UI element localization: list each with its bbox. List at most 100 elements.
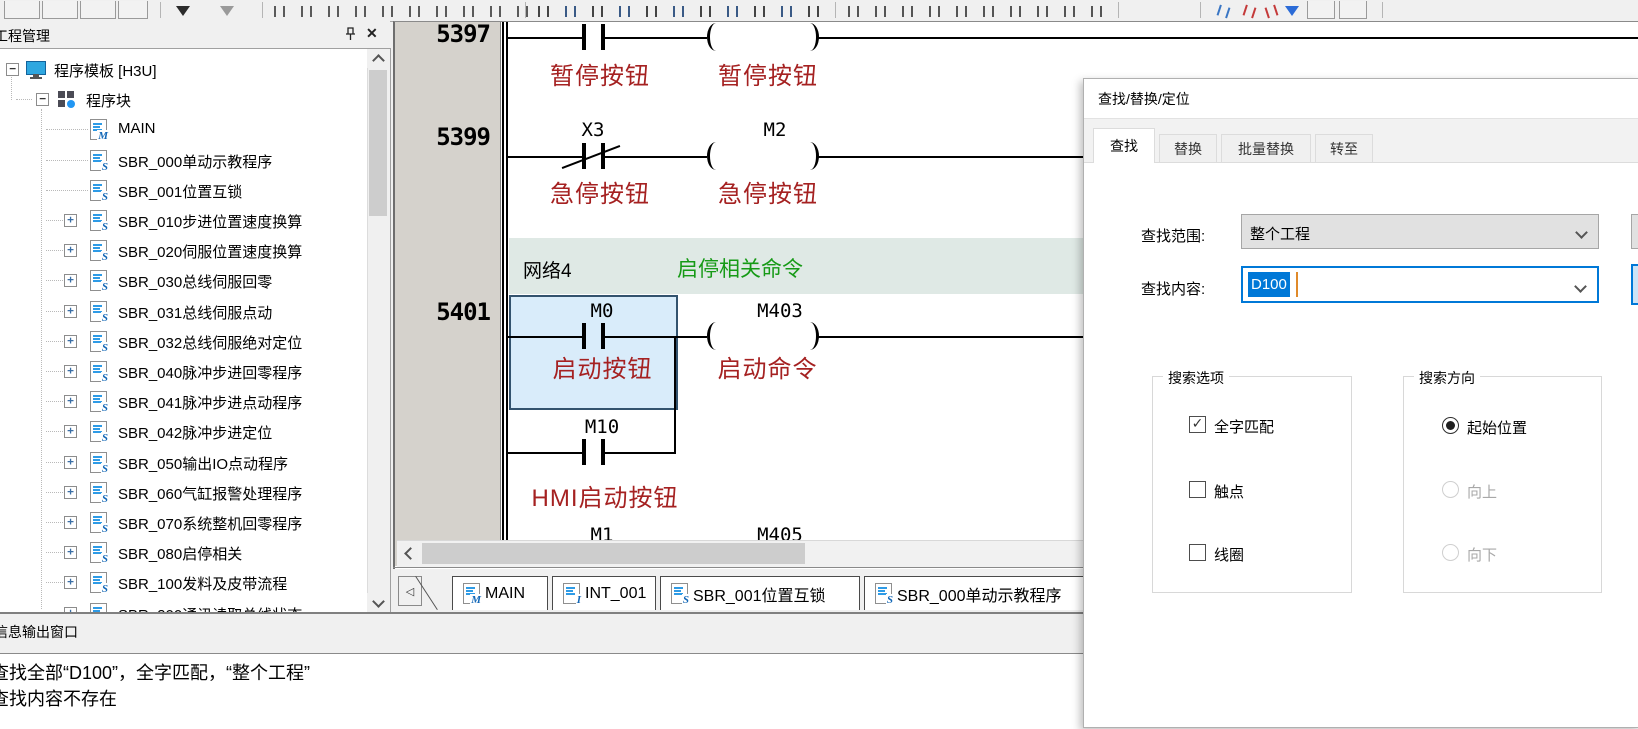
contact-no[interactable] <box>582 323 586 349</box>
tree-expander-plus[interactable]: + <box>64 456 77 469</box>
toolbar-button-stub[interactable] <box>983 6 994 17</box>
toolbar-button-stub[interactable] <box>673 6 684 17</box>
tree-item[interactable]: SSBR_001位置互锁 <box>0 179 365 203</box>
toolbar-button-stub[interactable] <box>538 6 549 17</box>
radio-unselected[interactable] <box>1442 544 1459 561</box>
pin-icon[interactable] <box>343 27 358 42</box>
tree-expander-plus[interactable]: + <box>64 395 77 408</box>
toolbar-button-stub[interactable] <box>781 6 792 17</box>
tree-item[interactable]: +SSBR_030总线伺服回零 <box>0 269 365 293</box>
arrow-down-icon[interactable] <box>176 6 190 16</box>
arrow-down-blue-icon[interactable] <box>1285 6 1299 16</box>
find-button-partial[interactable] <box>1631 214 1638 249</box>
toolbar-button-stub[interactable] <box>929 6 940 17</box>
toolbar-button-stub[interactable] <box>956 6 967 17</box>
doc-tab[interactable]: IINT_001 <box>552 576 656 610</box>
tree-item[interactable]: MMAIN <box>0 118 365 142</box>
toolbar-button-stub[interactable] <box>848 6 859 17</box>
tree-item[interactable]: +SSBR_200通讯读取总线状态 <box>0 602 365 612</box>
toolbar-button-stub[interactable] <box>463 6 474 17</box>
coil[interactable] <box>707 23 725 51</box>
tree-item[interactable]: +SSBR_031总线伺服点动 <box>0 300 365 324</box>
ladder-tool-icon[interactable] <box>1265 5 1279 19</box>
arrow-down-outline-icon[interactable] <box>220 6 234 16</box>
tree-item[interactable]: +SSBR_100发料及皮带流程 <box>0 571 365 595</box>
toolbar-button-stub[interactable] <box>436 6 447 17</box>
search-input[interactable]: D100 <box>1241 266 1599 303</box>
tree-expander-plus[interactable]: + <box>64 274 77 287</box>
toolbar-button-stub[interactable] <box>619 6 630 17</box>
tree-expander-plus[interactable]: + <box>64 214 77 227</box>
tree-expander-plus[interactable]: + <box>64 486 77 499</box>
toolbar-button-stub[interactable] <box>1339 1 1367 19</box>
tree-expander-plus[interactable]: + <box>64 546 77 559</box>
tree-expander-plus[interactable]: + <box>64 335 77 348</box>
tree-item[interactable]: +SSBR_050输出IO点动程序 <box>0 451 365 475</box>
tree-item[interactable]: +SSBR_042脉冲步进定位 <box>0 420 365 444</box>
toolbar-button-stub[interactable] <box>517 6 528 17</box>
tree-item[interactable]: −程序块 <box>0 88 365 112</box>
toolbar-button-stub[interactable] <box>875 6 886 17</box>
tree-item[interactable]: −程序模板 [H3U] <box>0 58 365 82</box>
dialog-tab-inactive[interactable]: 转至 <box>1315 134 1373 163</box>
radio-selected[interactable] <box>1442 417 1459 434</box>
toolbar-button-stub[interactable] <box>355 6 366 17</box>
close-icon[interactable]: ✕ <box>366 25 378 42</box>
toolbar-button-stub[interactable] <box>118 1 148 19</box>
toolbar-button-stub[interactable] <box>490 6 501 17</box>
toolbar-button-stub[interactable] <box>1037 6 1048 17</box>
tree-expander-minus[interactable]: − <box>6 63 19 76</box>
tree-expander-plus[interactable]: + <box>64 576 77 589</box>
coil[interactable] <box>707 322 725 350</box>
toolbar-button-stub[interactable] <box>565 6 576 17</box>
scope-combobox[interactable]: 整个工程 <box>1241 214 1599 249</box>
toolbar-button-stub[interactable] <box>42 1 78 19</box>
tree-item[interactable]: SSBR_000单动示教程序 <box>0 149 365 173</box>
tree-item[interactable]: +SSBR_060气缸报警处理程序 <box>0 481 365 505</box>
tree-item[interactable]: +SSBR_070系统整机回零程序 <box>0 511 365 535</box>
tree-expander-plus[interactable]: + <box>64 516 77 529</box>
ladder-tool-icon[interactable] <box>1243 5 1257 19</box>
toolbar-button-stub[interactable] <box>727 6 738 17</box>
coil[interactable] <box>707 142 725 170</box>
doc-tab[interactable]: MMAIN <box>452 576 548 610</box>
toolbar-button-stub[interactable] <box>328 6 339 17</box>
tree-expander-plus[interactable]: + <box>64 365 77 378</box>
toolbar-button-stub[interactable] <box>301 6 312 17</box>
toolbar-button-stub[interactable] <box>4 1 40 19</box>
toolbar-button-stub[interactable] <box>274 6 285 17</box>
radio-unselected[interactable] <box>1442 481 1459 498</box>
tree-expander-plus[interactable]: + <box>64 244 77 257</box>
scroll-left-button[interactable] <box>399 543 418 564</box>
dialog-tab-inactive[interactable]: 替换 <box>1159 134 1217 163</box>
network-header[interactable]: 网络4 启停相关命令 <box>509 238 1083 294</box>
toolbar-button-stub[interactable] <box>646 6 657 17</box>
dialog-tab-active[interactable]: 查找 <box>1093 128 1155 163</box>
find-next-button-partial[interactable] <box>1631 264 1638 305</box>
tree-item[interactable]: +SSBR_041脉冲步进点动程序 <box>0 390 365 414</box>
toolbar-button-stub[interactable] <box>1091 6 1102 17</box>
toolbar-button-stub[interactable] <box>409 6 420 17</box>
checkbox-unchecked[interactable] <box>1189 544 1206 561</box>
dialog-tab-inactive[interactable]: 批量替换 <box>1221 134 1311 163</box>
toolbar-button-stub[interactable] <box>700 6 711 17</box>
scroll-up-button[interactable] <box>367 49 389 68</box>
scroll-down-button[interactable] <box>367 593 389 612</box>
toolbar-button-stub[interactable] <box>808 6 819 17</box>
toolbar-button-stub[interactable] <box>754 6 765 17</box>
doc-tab[interactable]: SSBR_001位置互锁 <box>660 576 860 610</box>
tree-item[interactable]: +SSBR_040脉冲步进回零程序 <box>0 360 365 384</box>
tree-item[interactable]: +SSBR_020伺服位置速度换算 <box>0 239 365 263</box>
ladder-tool-icon[interactable] <box>1217 5 1231 19</box>
contact-no[interactable] <box>582 439 586 465</box>
tree-scrollbar-thumb[interactable] <box>369 70 387 216</box>
toolbar-button-stub[interactable] <box>1064 6 1075 17</box>
toolbar-button-stub[interactable] <box>80 1 116 19</box>
contact-no[interactable] <box>582 24 586 50</box>
toolbar-button-stub[interactable] <box>902 6 913 17</box>
hscrollbar-thumb[interactable] <box>422 543 805 564</box>
toolbar-button-stub[interactable] <box>592 6 603 17</box>
tree-item[interactable]: +SSBR_010步进位置速度换算 <box>0 209 365 233</box>
tree-expander-plus[interactable]: + <box>64 425 77 438</box>
checkbox-unchecked[interactable] <box>1189 481 1206 498</box>
